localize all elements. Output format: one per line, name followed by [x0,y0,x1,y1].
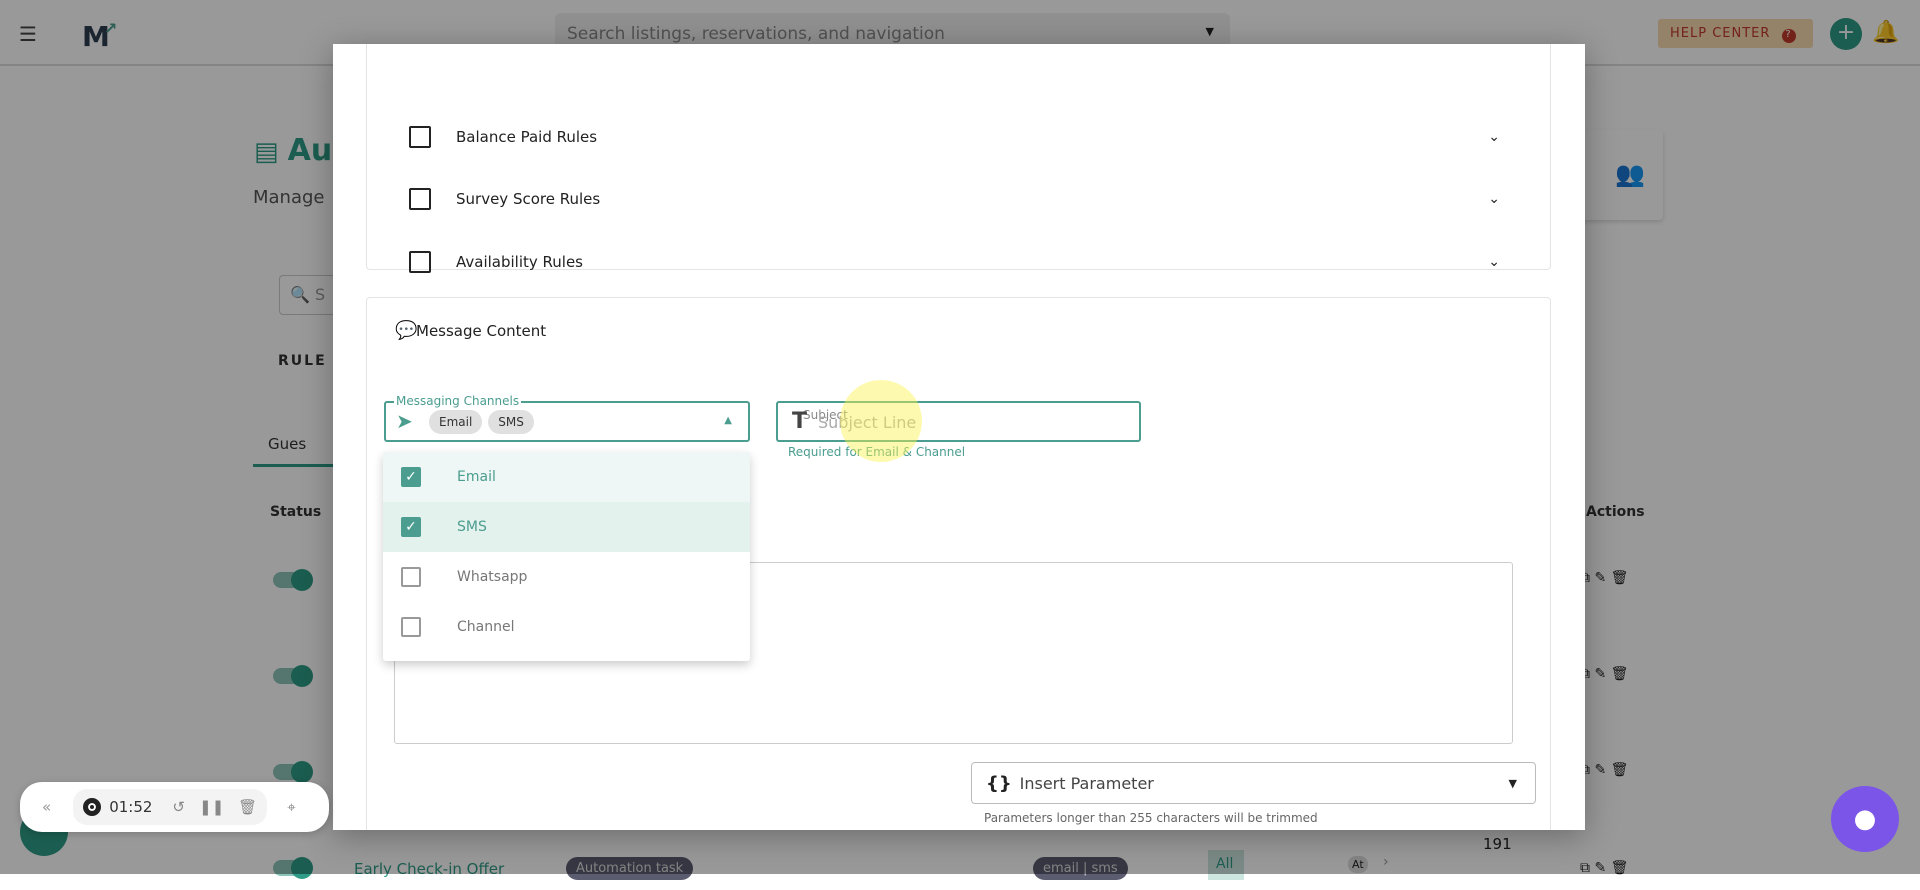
caret-down-icon: ▼ [1508,776,1517,790]
chevron-down-icon[interactable]: ⌄ [1488,254,1500,270]
rules-card: Balance Paid Rules ⌄ Survey Score Rules ⌄ … [366,44,1551,273]
subject-input[interactable]: Subject T Subject Line [776,401,1141,442]
stop-recording-icon[interactable] [83,798,102,816]
rule-label: Availability Rules [456,253,583,271]
checkbox-checked-icon: ✓ [401,467,421,487]
chevron-down-icon[interactable]: ⌄ [1488,129,1500,145]
rule-balance-paid[interactable]: Balance Paid Rules ⌄ [367,117,1550,157]
checkbox[interactable] [409,251,431,273]
rule-label: Survey Score Rules [456,190,601,208]
chat-bubble-icon: ● [1853,804,1877,834]
message-icon: 💬 [395,320,418,341]
collapse-icon[interactable]: « [42,798,51,816]
pause-icon[interactable]: ❚❚ [199,798,224,816]
insert-parameter-select[interactable]: {} Insert Parameter ▼ [971,762,1536,804]
text-icon: T [792,409,808,434]
checkbox-checked-icon: ✓ [401,517,421,537]
chip-sms[interactable]: SMS [488,410,534,434]
chevron-down-icon[interactable]: ⌄ [1488,191,1500,207]
caret-up-icon: ▲ [724,415,732,426]
cursor-highlight [840,380,922,462]
option-email[interactable]: ✓ Email [383,452,750,502]
channels-dropdown-menu: ✓ Email ✓ SMS Whatsapp Channel [383,452,750,661]
pointer-icon[interactable]: ⌖ [287,798,295,816]
recording-time: 01:52 [109,798,153,816]
braces-icon: {} [986,772,1012,794]
messaging-channels-select[interactable]: Messaging Channels ➤ Email SMS ▲ [384,394,750,442]
rule-survey-score[interactable]: Survey Score Rules ⌄ [367,179,1550,219]
field-label: Messaging Channels [394,394,522,408]
restart-icon[interactable]: ↺ [172,798,185,816]
option-sms[interactable]: ✓ SMS [383,502,750,552]
chat-button[interactable]: ● [1831,786,1899,852]
checkbox-icon [401,617,421,637]
trash-icon[interactable]: 🗑 [238,798,257,816]
checkbox[interactable] [409,126,431,148]
parameter-helper-text: Parameters longer than 255 characters wi… [984,811,1318,825]
section-title: Message Content [416,322,547,340]
rule-label: Balance Paid Rules [456,128,598,146]
send-icon: ➤ [396,409,413,433]
chip-email[interactable]: Email [429,410,483,434]
option-channel[interactable]: Channel [383,602,750,652]
checkbox[interactable] [409,188,431,210]
option-whatsapp[interactable]: Whatsapp [383,552,750,602]
checkbox-icon [401,567,421,587]
screen-recorder-widget: « 01:52 ↺ ❚❚ 🗑 ⌖ [20,782,329,832]
insert-parameter-label: Insert Parameter [1019,773,1154,793]
rule-availability[interactable]: Availability Rules ⌄ [367,242,1550,282]
